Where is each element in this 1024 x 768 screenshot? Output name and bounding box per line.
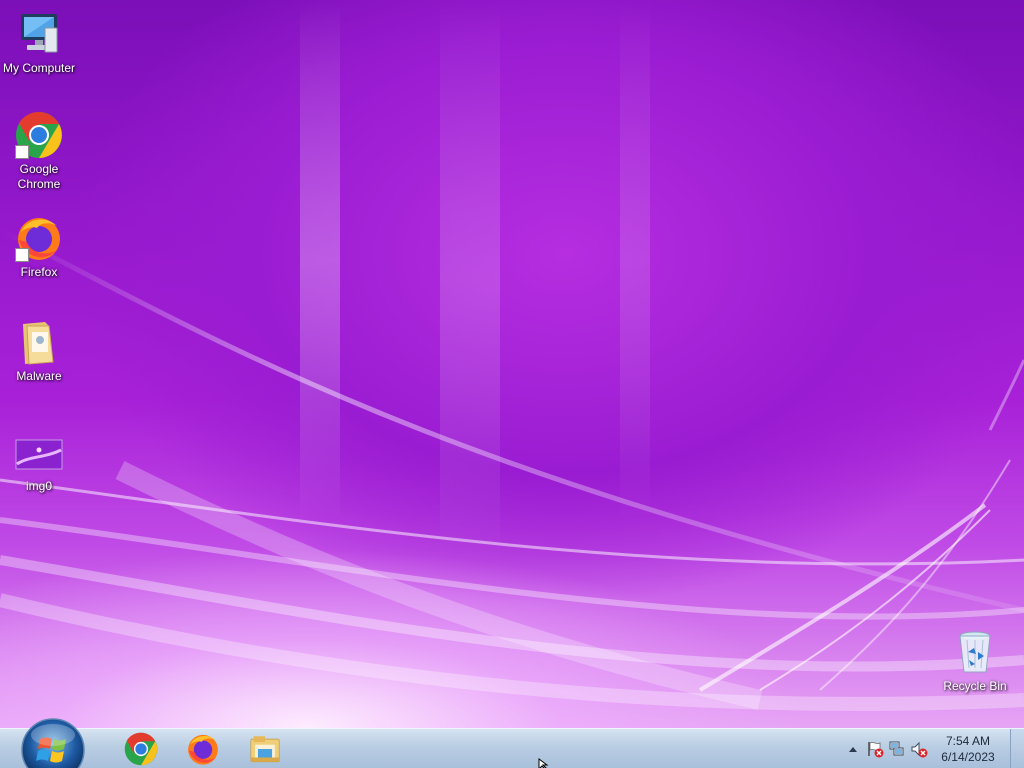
action-center-flag-icon xyxy=(868,742,884,758)
system-tray: 7:54 AM 6/14/2023 xyxy=(842,729,1024,768)
shortcut-arrow-icon xyxy=(15,145,29,159)
shortcut-arrow-icon xyxy=(15,248,29,262)
desktop-icon-label: Recycle Bin xyxy=(943,679,1007,693)
taskbar-firefox-button[interactable] xyxy=(174,731,232,767)
chrome-icon xyxy=(15,111,63,159)
network-icon xyxy=(889,741,904,756)
clock-date: 6/14/2023 xyxy=(941,750,995,764)
desktop-icon-label: Google Chrome xyxy=(17,162,61,191)
taskbar-clock[interactable]: 7:54 AM 6/14/2023 xyxy=(930,733,1006,765)
wallpaper-light-streaks xyxy=(0,0,1024,711)
desktop-icon-recycle-bin[interactable]: Recycle Bin xyxy=(936,628,1014,694)
image-file-icon xyxy=(15,428,63,476)
desktop-icon-label: Firefox xyxy=(20,265,58,279)
volume-muted-icon xyxy=(911,741,928,758)
computer-icon xyxy=(15,10,63,58)
tray-action-center[interactable] xyxy=(864,729,886,768)
taskbar-file-explorer-button[interactable] xyxy=(236,731,294,767)
tray-network[interactable] xyxy=(886,729,908,768)
recycle-bin-icon xyxy=(951,628,999,676)
show-hidden-icons-button[interactable] xyxy=(842,729,864,768)
file-explorer-icon xyxy=(250,736,280,763)
firefox-icon xyxy=(15,214,63,262)
taskbar: 7:54 AM 6/14/2023 xyxy=(0,718,1024,768)
folder-icon xyxy=(15,318,63,366)
desktop-icon-label: img0 xyxy=(25,479,52,493)
desktop-icon-label: My Computer xyxy=(2,61,76,75)
desktop-icon-firefox[interactable]: Firefox xyxy=(0,214,78,280)
desktop-icon-img0[interactable]: img0 xyxy=(0,428,78,494)
taskbar-chrome-button[interactable] xyxy=(112,731,170,767)
show-desktop-button[interactable] xyxy=(1010,729,1024,768)
mouse-pointer-icon xyxy=(538,758,549,768)
desktop-icon-google-chrome[interactable]: Google Chrome xyxy=(0,111,78,192)
clock-time: 7:54 AM xyxy=(945,734,991,748)
tray-volume[interactable] xyxy=(908,729,930,768)
desktop-wallpaper[interactable]: My Computer Google Chrome Firefox Malwar… xyxy=(0,0,1024,728)
desktop-icon-malware-folder[interactable]: Malware xyxy=(0,318,78,384)
desktop-icon-label: Malware xyxy=(16,369,62,383)
firefox-icon xyxy=(188,734,218,765)
chrome-icon xyxy=(124,732,158,766)
desktop-icon-my-computer[interactable]: My Computer xyxy=(0,10,78,76)
chevron-up-icon xyxy=(849,747,857,752)
